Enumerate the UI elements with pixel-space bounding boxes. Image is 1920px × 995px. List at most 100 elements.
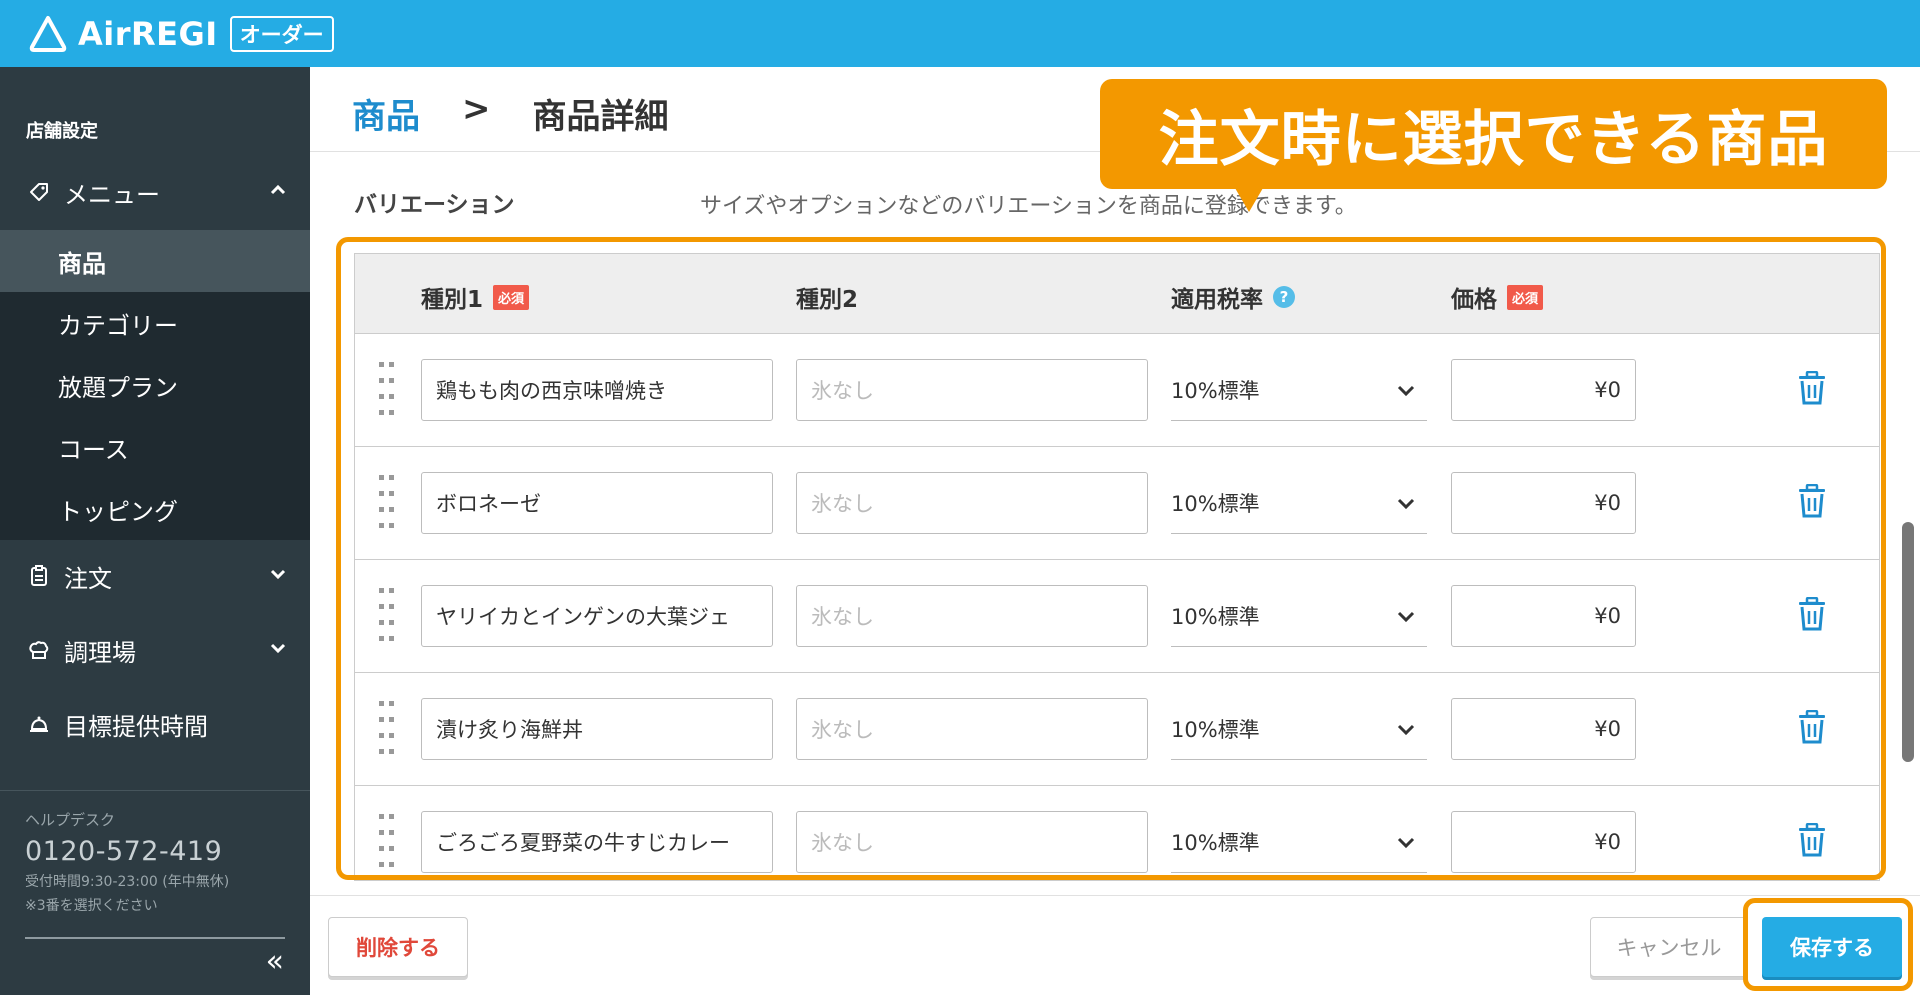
callout-pointer [1235,188,1263,212]
sidebar-item-products[interactable]: 商品 [0,230,310,292]
cancel-button[interactable]: キャンセル [1590,917,1748,977]
main-content: 商品 > 商品詳細 バリエーション サイズやオプションなどのバリエーションを商品… [310,67,1920,995]
tag-icon [30,183,48,201]
tax-rate-select[interactable]: 10%標準 [1171,585,1427,647]
sidebar-item-toppings[interactable]: トッピング [0,478,310,540]
chevron-down-icon [270,569,286,580]
tax-rate-value: 10%標準 [1171,378,1260,403]
sidebar-item-target-time[interactable]: 目標提供時間 [0,693,310,755]
sidebar-item-all-you-can-plans[interactable]: 放題プラン [0,354,310,416]
sidebar-item-label: メニュー [64,180,160,209]
breadcrumb: 商品 > 商品詳細 [352,89,669,138]
table-body: 鶏もも肉の西京味噌焼き 氷なし 10%標準 ¥0 ボロネーゼ 氷なし 10%標準 [355,334,1879,880]
table-row: ボロネーゼ 氷なし 10%標準 ¥0 [355,447,1879,560]
page-title: 商品詳細 [532,97,669,137]
help-icon[interactable]: ? [1273,286,1295,308]
chevron-down-icon [1397,611,1415,623]
logo-badge: オーダー [229,16,334,52]
sidebar-item-label: トッピング [58,497,178,526]
variation-type2-input[interactable]: 氷なし [796,472,1148,534]
column-header-type2: 種別2 [796,280,858,314]
tax-rate-select[interactable]: 10%標準 [1171,698,1427,760]
sidebar-item-menu[interactable]: メニュー [0,162,310,222]
variation-type2-input[interactable]: 氷なし [796,359,1148,421]
logo-text: AirREGI [78,15,218,53]
sidebar-item-orders[interactable]: 注文 [0,545,310,607]
breadcrumb-products-link[interactable]: 商品 [352,89,420,138]
drag-handle-icon[interactable] [379,588,395,648]
tax-rate-value: 10%標準 [1171,604,1260,629]
column-header-label: 種別2 [796,287,859,313]
column-header-price: 価格 必須 [1451,280,1544,314]
top-header: AirREGI オーダー [0,0,1920,67]
helpdesk-title: ヘルプデスク [25,811,116,829]
sidebar: 店舗設定 メニュー 商品 カテゴリー 放題プラン コース トッピング 注文 調理… [0,67,310,995]
chevron-down-icon [270,643,286,654]
chevron-down-icon [1397,724,1415,736]
column-header-label: 価格 [1451,287,1497,313]
delete-button[interactable]: 削除する [328,917,468,977]
required-badge: 必須 [1507,284,1544,310]
collapse-sidebar-icon[interactable]: « [266,944,284,979]
tax-rate-select[interactable]: 10%標準 [1171,811,1427,873]
price-input[interactable]: ¥0 [1451,472,1636,534]
sidebar-item-label: 調理場 [64,638,136,667]
drag-handle-icon[interactable] [379,475,395,535]
variation-table: 種別1 必須 種別2 適用税率 ? 価格 必須 鶏もも肉の西京味噌焼き 氷なし … [354,253,1880,881]
variation-type1-input[interactable]: 漬け炙り海鮮丼 [421,698,773,760]
chef-hat-icon [29,641,49,659]
helpdesk-phone: 0120-572-419 [25,836,223,867]
variation-type1-input[interactable]: ボロネーゼ [421,472,773,534]
tax-rate-value: 10%標準 [1171,717,1260,742]
price-input[interactable]: ¥0 [1451,585,1636,647]
price-input[interactable]: ¥0 [1451,359,1636,421]
sidebar-item-label: カテゴリー [58,311,178,340]
drag-handle-icon[interactable] [379,814,395,874]
sidebar-item-label: 商品 [58,249,106,278]
trash-icon[interactable] [1798,823,1826,857]
trash-icon[interactable] [1798,484,1826,518]
helpdesk-hours: 受付時間9:30-23:00 (年中無休) [25,874,230,890]
trash-icon[interactable] [1798,597,1826,631]
scrollbar-thumb[interactable] [1902,522,1914,762]
price-input[interactable]: ¥0 [1451,698,1636,760]
variation-type2-input[interactable]: 氷なし [796,585,1148,647]
table-header: 種別1 必須 種別2 適用税率 ? 価格 必須 [355,254,1879,334]
trash-icon[interactable] [1798,710,1826,744]
chevron-up-icon [270,184,286,195]
table-row: 漬け炙り海鮮丼 氷なし 10%標準 ¥0 [355,673,1879,786]
table-row: ごろごろ夏野菜の牛すじカレー 氷なし 10%標準 ¥0 [355,786,1879,880]
column-header-type1: 種別1 必須 [421,280,530,314]
tax-rate-select[interactable]: 10%標準 [1171,359,1427,421]
column-header-tax: 適用税率 ? [1171,280,1295,314]
sidebar-item-categories[interactable]: カテゴリー [0,292,310,354]
sidebar-item-label: 目標提供時間 [64,712,208,741]
bell-icon [30,716,48,732]
sidebar-item-label: コース [58,435,129,464]
airregi-logo-icon [29,16,67,52]
table-row: 鶏もも肉の西京味噌焼き 氷なし 10%標準 ¥0 [355,334,1879,447]
variation-type2-input[interactable]: 氷なし [796,698,1148,760]
sidebar-item-label: 注文 [64,564,112,593]
helpdesk-panel: ヘルプデスク 0120-572-419 受付時間9:30-23:00 (年中無休… [0,790,310,995]
clipboard-icon [31,565,47,586]
drag-handle-icon[interactable] [379,362,395,422]
price-input[interactable]: ¥0 [1451,811,1636,873]
divider [25,937,285,939]
sidebar-section-title: 店舗設定 [26,121,98,142]
tax-rate-select[interactable]: 10%標準 [1171,472,1427,534]
callout-annotation: 注文時に選択できる商品 [1100,79,1887,189]
chevron-down-icon [1397,498,1415,510]
variation-type1-input[interactable]: 鶏もも肉の西京味噌焼き [421,359,773,421]
sidebar-item-courses[interactable]: コース [0,416,310,478]
save-button[interactable]: 保存する [1762,917,1902,977]
variation-type1-input[interactable]: ごろごろ夏野菜の牛すじカレー [421,811,773,873]
variation-type2-input[interactable]: 氷なし [796,811,1148,873]
sidebar-item-kitchen[interactable]: 調理場 [0,619,310,681]
app-logo[interactable]: AirREGI オーダー [28,14,334,54]
drag-handle-icon[interactable] [379,701,395,761]
chevron-down-icon [1397,385,1415,397]
divider [310,895,1920,896]
trash-icon[interactable] [1798,371,1826,405]
variation-type1-input[interactable]: ヤリイカとインゲンの大葉ジェ [421,585,773,647]
